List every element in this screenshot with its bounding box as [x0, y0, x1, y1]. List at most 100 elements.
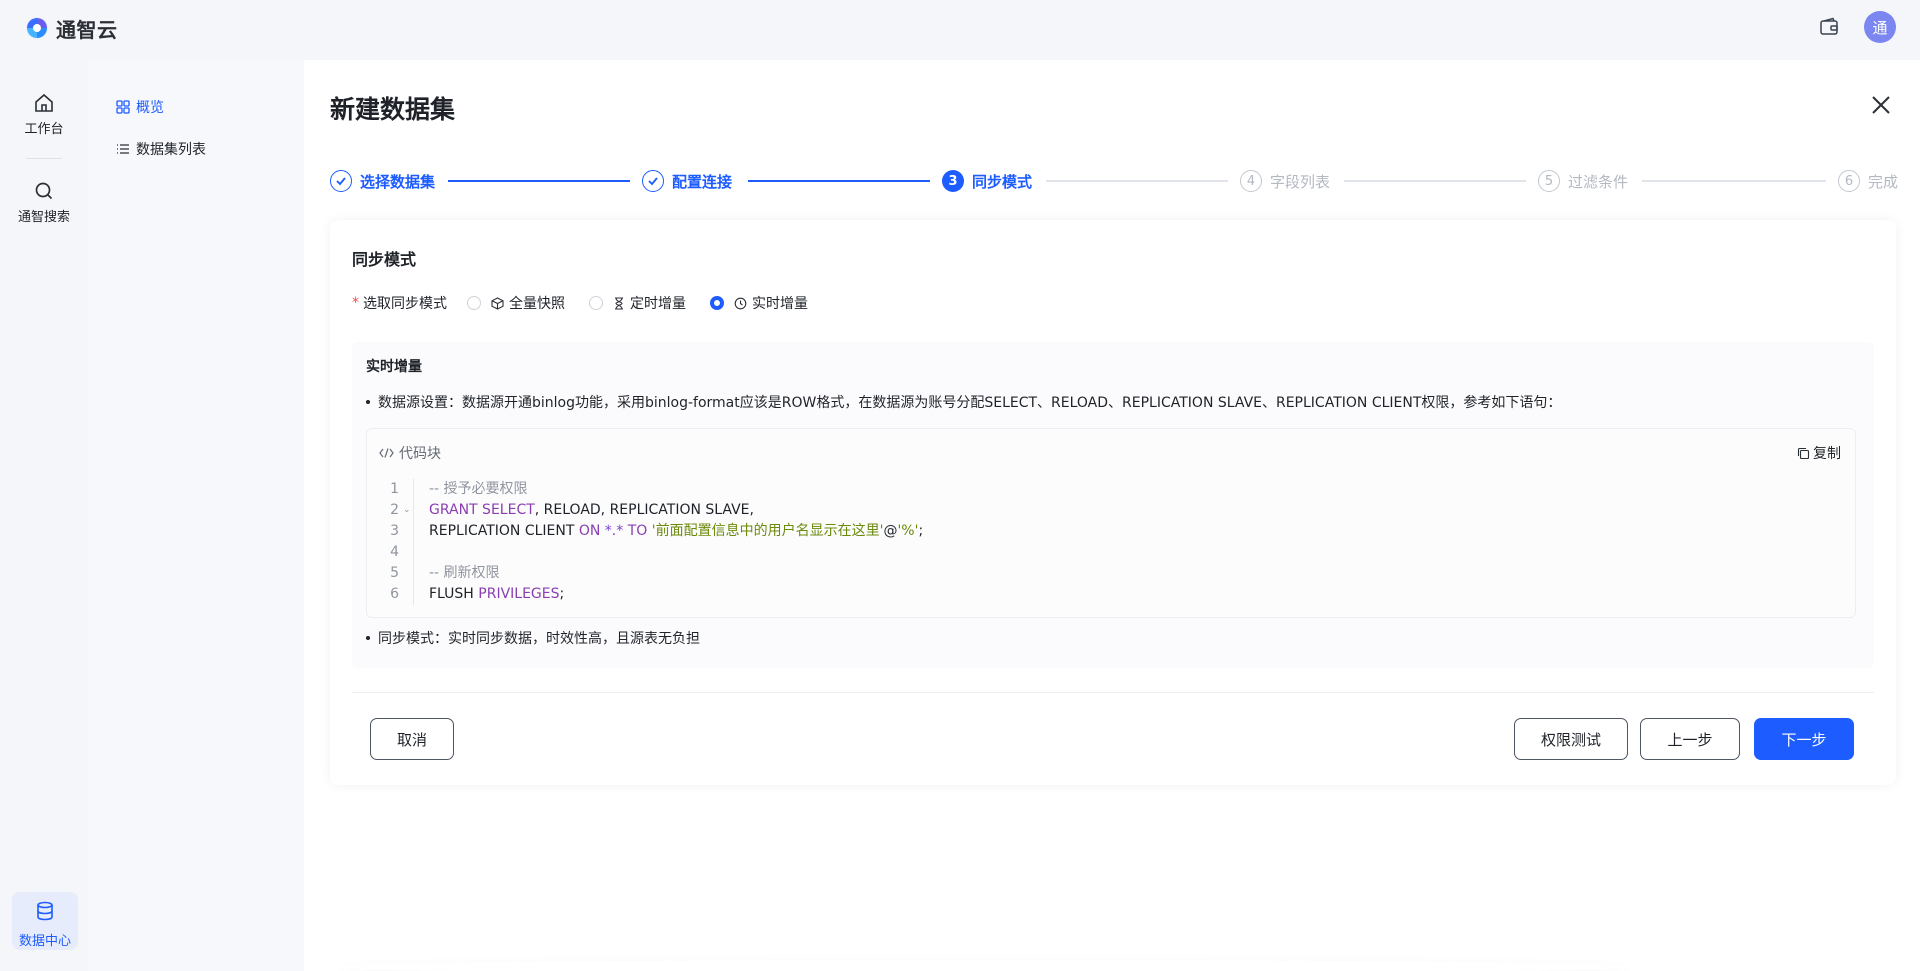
code-keyword: PRIVILEGES [478, 586, 560, 602]
code-line: 1 -- 授予必要权限 [367, 479, 1855, 500]
radio-button[interactable] [589, 296, 603, 310]
code-string: '%' [897, 523, 919, 539]
code-keyword: TO [627, 523, 648, 539]
step-label: 配置连接 [672, 172, 733, 191]
section-title: 同步模式 [352, 250, 417, 269]
page-title: 新建数据集 [330, 95, 456, 124]
brand[interactable]: 通智云 [24, 12, 118, 44]
step-label: 选择数据集 [360, 172, 436, 191]
search-icon [35, 182, 53, 200]
code-block: 代码块 复制 1 -- 授予必要权限 2 ⌄ GRANT SELECT, REL… [366, 428, 1856, 618]
top-bar: 通智云 通 [0, 0, 1920, 60]
radio-label: 全量快照 [509, 296, 565, 312]
code-text: REPLICATION CLIENT ON *.* TO '前面配置信息中的用户… [429, 521, 923, 542]
info-bullet-datasource: 数据源设置：数据源开通binlog功能，采用binlog-format应该是RO… [366, 392, 1561, 412]
card-divider [352, 692, 1874, 693]
bullet-text: 数据源设置：数据源开通binlog功能，采用binlog-format应该是RO… [378, 395, 1562, 411]
submenu-item-dataset-list[interactable]: 数据集列表 [116, 138, 206, 160]
rail-divider [26, 158, 62, 159]
code-text: GRANT SELECT, RELOAD, REPLICATION SLAVE, [429, 500, 754, 521]
rail-item-data-center[interactable]: 数据中心 [12, 892, 78, 950]
step-label: 完成 [1868, 172, 1899, 191]
step-3[interactable]: 3 同步模式 [942, 168, 1032, 194]
code-line: 6 FLUSH PRIVILEGES; [367, 584, 1855, 605]
code-plain: REPLICATION CLIENT [429, 523, 579, 539]
code-comment: -- 刷新权限 [429, 565, 500, 581]
step-connector [1344, 180, 1526, 182]
rail-item-search[interactable]: 通智搜索 [0, 180, 88, 225]
radio-realtime-incremental[interactable]: 实时增量 [710, 293, 808, 313]
list-icon [117, 144, 129, 154]
cancel-button[interactable]: 取消 [370, 718, 454, 760]
code-keyword: GRANT SELECT [429, 502, 535, 518]
next-step-button[interactable]: 下一步 [1754, 718, 1854, 760]
step-number: 3 [942, 170, 964, 192]
line-number: 2 [390, 502, 399, 518]
step-label: 字段列表 [1270, 172, 1331, 191]
submenu-label-overview: 概览 [136, 100, 164, 116]
code-line: 3 REPLICATION CLIENT ON *.* TO '前面配置信息中的… [367, 521, 1855, 542]
code-icon [379, 448, 394, 458]
code-block-header: 代码块 [379, 443, 441, 463]
brand-name: 通智云 [56, 17, 118, 42]
rail-item-workbench[interactable]: 工作台 [0, 92, 88, 137]
code-string: '前面配置信息中的用户名显示在这里' [647, 523, 884, 539]
code-operator: *.* [600, 523, 628, 539]
line-number: 4 [390, 544, 399, 560]
check-icon [642, 170, 664, 192]
home-icon [35, 93, 53, 112]
hourglass-icon [615, 296, 623, 310]
code-plain: FLUSH [429, 586, 479, 602]
code-plain: ; [559, 586, 565, 602]
info-bullet-sync-mode: 同步模式：实时同步数据，时效性高，且源表无负担 [366, 628, 700, 648]
wallet-icon[interactable] [1818, 16, 1840, 38]
code-line: 4 [367, 542, 1855, 563]
rail-label-workbench: 工作台 [24, 122, 64, 137]
code-block-label: 代码块 [399, 446, 441, 462]
step-6[interactable]: 6 完成 [1838, 168, 1898, 194]
fold-chevron-icon[interactable]: ⌄ [403, 500, 411, 521]
cube-icon [491, 296, 504, 310]
radio-button-checked[interactable] [710, 296, 724, 310]
code-comment: -- 授予必要权限 [429, 481, 528, 497]
main-panel: 新建数据集 选择数据集 配置连接 3 同步模式 4 字段列表 5 过滤条件 6 … [304, 60, 1920, 971]
avatar[interactable]: 通 [1864, 11, 1896, 43]
code-plain: ; [918, 523, 924, 539]
icon-rail: 工作台 通智搜索 数据中心 [0, 60, 88, 971]
radio-scheduled-incremental[interactable]: 定时增量 [589, 293, 686, 313]
step-2[interactable]: 配置连接 [642, 168, 732, 194]
info-title: 实时增量 [366, 359, 422, 375]
line-number: 6 [390, 586, 399, 602]
close-icon[interactable] [1870, 94, 1892, 116]
rail-label-data-center: 数据中心 [18, 934, 71, 949]
line-number: 1 [390, 481, 399, 497]
clock-icon [734, 297, 747, 309]
code-text: FLUSH PRIVILEGES; [429, 584, 564, 605]
line-number: 5 [390, 565, 399, 581]
step-5[interactable]: 5 过滤条件 [1538, 168, 1628, 194]
submenu-label-dataset-list: 数据集列表 [136, 142, 206, 158]
field-label: 选取同步模式 [363, 296, 447, 312]
copy-button[interactable]: 复制 [1797, 443, 1841, 463]
step-4[interactable]: 4 字段列表 [1240, 168, 1330, 194]
step-connector [448, 180, 630, 182]
radio-button[interactable] [467, 296, 481, 310]
step-1[interactable]: 选择数据集 [330, 168, 435, 194]
step-connector [1046, 180, 1228, 182]
submenu-item-overview[interactable]: 概览 [116, 96, 164, 118]
prev-step-button[interactable]: 上一步 [1640, 718, 1740, 760]
line-number: 3 [390, 523, 399, 539]
rail-label-search: 通智搜索 [17, 210, 70, 225]
sync-mode-card: 同步模式 * 选取同步模式 全量快照 定时增量 实时增量 实时增量 数据源设置：… [330, 220, 1896, 785]
copy-label: 复制 [1813, 446, 1841, 462]
bullet-text: 同步模式：实时同步数据，时效性高，且源表无负担 [378, 631, 700, 647]
database-icon [37, 901, 53, 921]
code-keyword: ON [578, 523, 601, 539]
radio-full-snapshot[interactable]: 全量快照 [467, 293, 565, 313]
permission-test-button[interactable]: 权限测试 [1514, 718, 1628, 760]
bullet-dot [366, 636, 370, 640]
code-line: 5 -- 刷新权限 [367, 563, 1855, 584]
copy-icon [1797, 447, 1810, 459]
step-label: 过滤条件 [1568, 172, 1629, 191]
bullet-dot [366, 400, 370, 404]
